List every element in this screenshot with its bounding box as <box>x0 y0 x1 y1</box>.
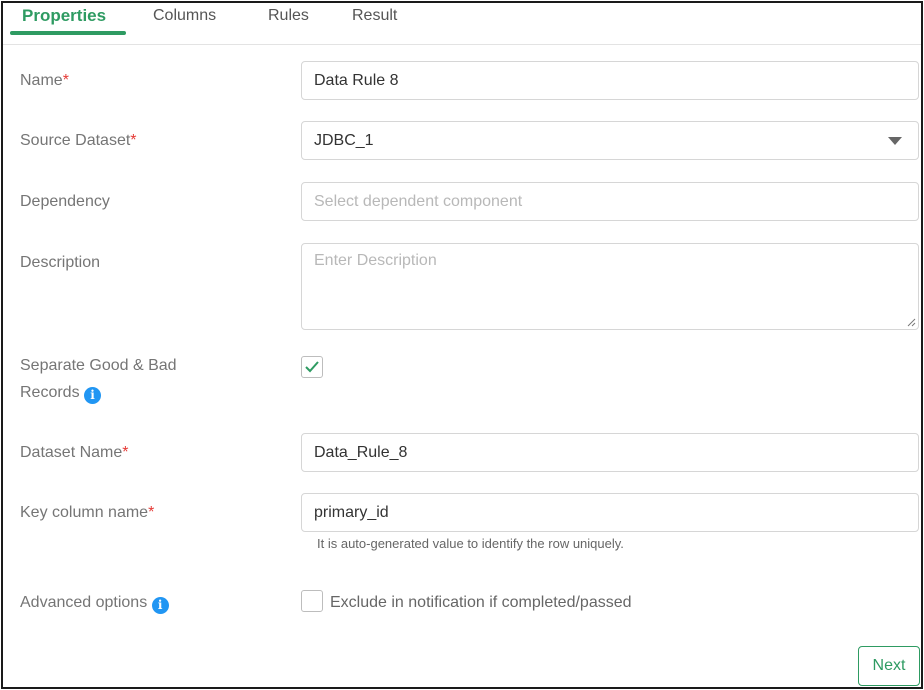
advanced-options-label: Advanced options i <box>20 589 169 616</box>
tab-columns[interactable]: Columns <box>153 5 216 35</box>
info-icon[interactable]: i <box>84 387 102 404</box>
description-placeholder: Enter Description <box>314 252 437 269</box>
dependency-label: Dependency <box>20 193 110 210</box>
description-label: Description <box>20 254 101 271</box>
separate-records-checkbox[interactable] <box>301 356 323 378</box>
key-column-field[interactable]: primary_id <box>301 493 919 532</box>
resize-grip-icon[interactable] <box>906 317 916 327</box>
source-dataset-select[interactable]: JDBC_1 <box>301 121 919 160</box>
required-mark: * <box>62 72 69 89</box>
key-column-label: Key column name* <box>20 504 155 521</box>
exclude-notification-label[interactable]: Exclude in notification if completed/pas… <box>330 589 632 616</box>
active-tab-indicator <box>10 31 126 35</box>
exclude-notification-checkbox[interactable] <box>301 590 323 612</box>
info-icon[interactable]: i <box>151 597 169 614</box>
next-button[interactable]: Next <box>858 646 920 686</box>
chevron-down-icon[interactable] <box>888 137 902 145</box>
required-mark: * <box>148 504 155 521</box>
checkmark-icon <box>305 361 319 373</box>
description-textarea[interactable]: Enter Description <box>301 243 919 330</box>
tab-result[interactable]: Result <box>352 5 397 35</box>
properties-panel: Properties Columns Rules Result Name* Da… <box>1 1 923 689</box>
tab-rules[interactable]: Rules <box>268 5 309 35</box>
required-mark: * <box>122 444 129 461</box>
required-mark: * <box>130 132 137 149</box>
source-dataset-value: JDBC_1 <box>314 132 374 149</box>
separate-records-label: Separate Good & Bad Records i <box>20 357 177 404</box>
name-label: Name* <box>20 72 69 89</box>
dataset-name-label: Dataset Name* <box>20 444 129 461</box>
tab-bar: Properties Columns Rules Result <box>3 3 921 45</box>
key-column-hint: It is auto-generated value to identify t… <box>317 536 624 551</box>
name-field[interactable]: Data Rule 8 <box>301 61 919 100</box>
source-dataset-label: Source Dataset* <box>20 132 137 149</box>
dataset-name-field[interactable]: Data_Rule_8 <box>301 433 919 472</box>
dependency-select[interactable]: Select dependent component <box>301 182 919 221</box>
